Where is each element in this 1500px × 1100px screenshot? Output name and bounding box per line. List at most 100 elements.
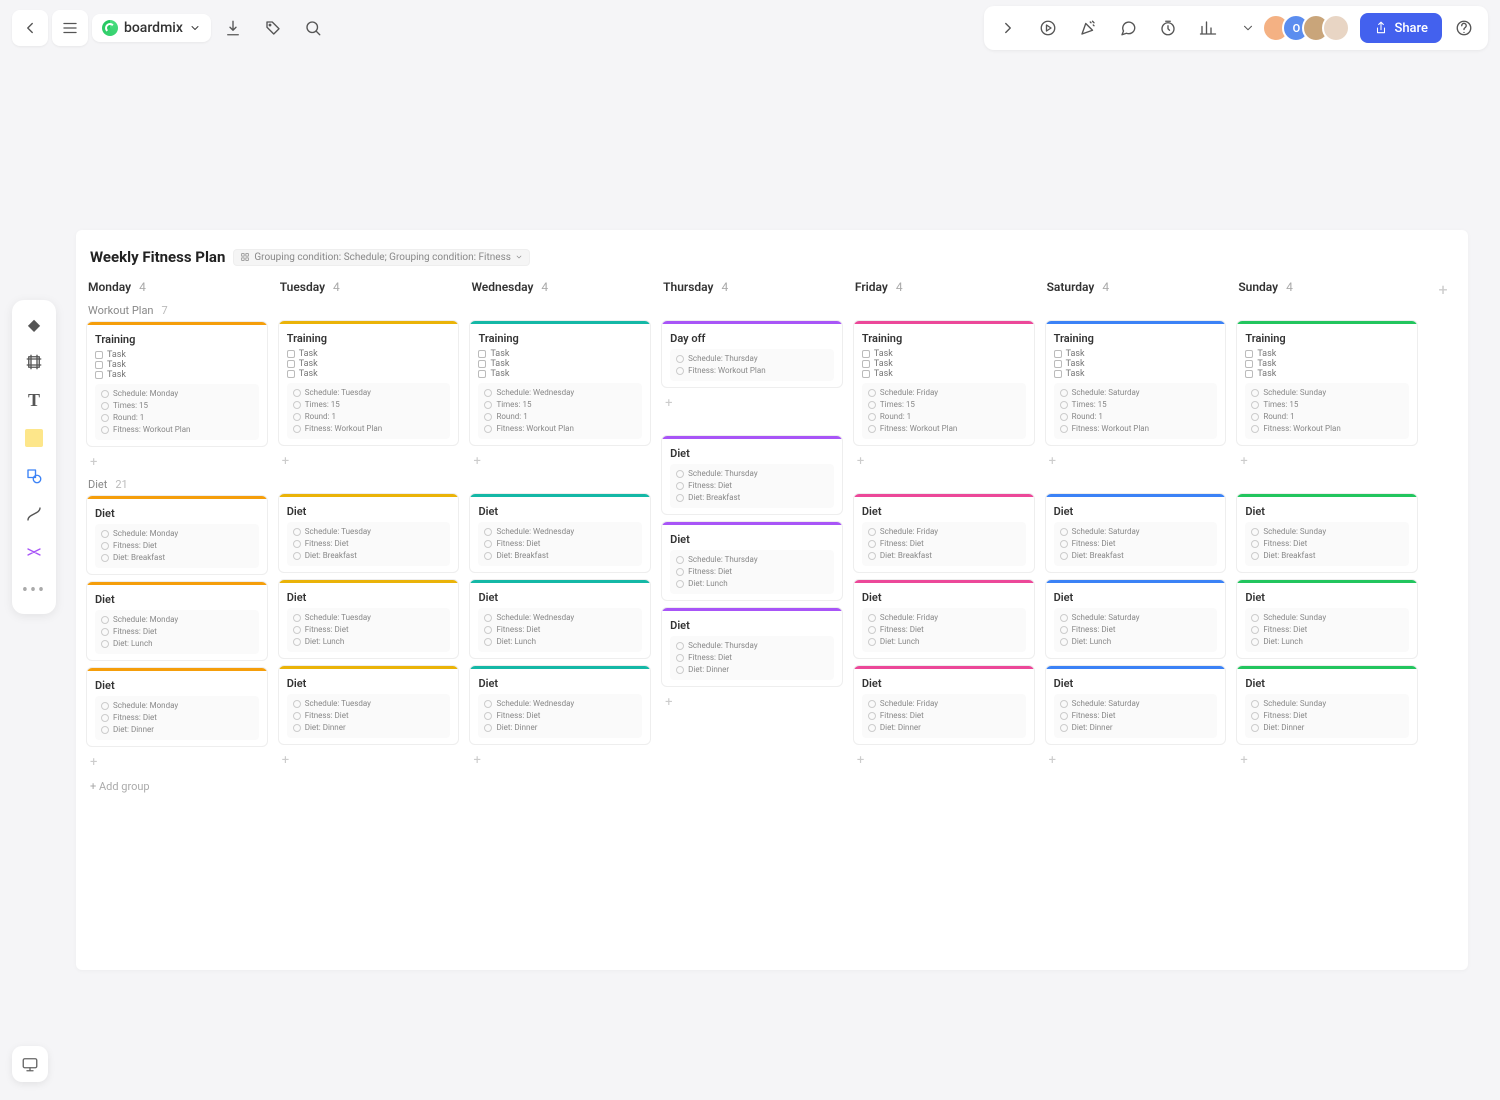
collaborator-avatars[interactable]: O [1270, 14, 1350, 42]
card-meta: Schedule: Thursday [676, 640, 828, 652]
brand-dropdown[interactable]: boardmix [92, 14, 211, 42]
timer-button[interactable] [1150, 10, 1186, 46]
diet-card[interactable]: Diet Schedule: Friday Fitness: Diet Diet… [853, 579, 1035, 659]
text-tool[interactable]: T [18, 384, 50, 416]
search-button[interactable] [295, 10, 331, 46]
card-meta: Diet: Dinner [676, 664, 828, 676]
sticky-tool[interactable] [18, 422, 50, 454]
diet-card[interactable]: Diet Schedule: Monday Fitness: Diet Diet… [86, 495, 268, 575]
add-card[interactable]: + [86, 753, 268, 772]
column-header[interactable]: Wednesday 4 [469, 276, 651, 298]
back-button[interactable] [12, 10, 48, 46]
add-card[interactable]: + [86, 453, 268, 472]
training-card[interactable]: Training TaskTaskTask Schedule: Sunday T… [1236, 320, 1418, 446]
column-header[interactable]: Thursday 4 [661, 276, 843, 298]
expand-button[interactable] [990, 10, 1026, 46]
add-group[interactable]: + Add group [86, 772, 268, 801]
column-header[interactable]: Friday 4 [853, 276, 1035, 298]
diet-card[interactable]: Diet Schedule: Tuesday Fitness: Diet Die… [278, 665, 460, 745]
diet-card[interactable]: Diet Schedule: Wednesday Fitness: Diet D… [469, 579, 651, 659]
card-title: Training [862, 332, 1026, 345]
presentation-widget[interactable] [12, 1046, 48, 1082]
add-card[interactable]: + [1045, 452, 1227, 471]
diet-card[interactable]: Diet Schedule: Saturday Fitness: Diet Di… [1045, 493, 1227, 573]
diet-card[interactable]: Diet Schedule: Wednesday Fitness: Diet D… [469, 493, 651, 573]
diet-card[interactable]: Diet Schedule: Sunday Fitness: Diet Diet… [1236, 579, 1418, 659]
add-card[interactable]: + [1236, 452, 1418, 471]
grouping-condition[interactable]: Grouping condition: Schedule; Grouping c… [233, 249, 530, 266]
celebrate-button[interactable] [1070, 10, 1106, 46]
diet-card[interactable]: Diet Schedule: Monday Fitness: Diet Diet… [86, 667, 268, 747]
diet-card[interactable]: Diet Schedule: Monday Fitness: Diet Diet… [86, 581, 268, 661]
add-card[interactable]: + [853, 751, 1035, 770]
diet-card[interactable]: Diet Schedule: Sunday Fitness: Diet Diet… [1236, 493, 1418, 573]
diet-card[interactable]: Diet Schedule: Wednesday Fitness: Diet D… [469, 665, 651, 745]
help-button[interactable] [1446, 10, 1482, 46]
card-meta: Fitness: Diet [293, 538, 445, 550]
more-tools[interactable]: ••• [18, 574, 50, 606]
diet-card[interactable]: Diet Schedule: Saturday Fitness: Diet Di… [1045, 579, 1227, 659]
add-card[interactable]: + [661, 693, 843, 712]
add-card[interactable]: + [469, 751, 651, 770]
card-meta: Diet: Lunch [101, 638, 253, 650]
shape-tool[interactable] [18, 460, 50, 492]
share-button[interactable]: Share [1360, 13, 1442, 43]
column-header[interactable]: Tuesday 4 [278, 276, 460, 298]
task-item: Task [287, 359, 451, 369]
card-meta: Diet: Dinner [1060, 722, 1212, 734]
card-meta: Fitness: Diet [484, 538, 636, 550]
diet-card[interactable]: Diet Schedule: Friday Fitness: Diet Diet… [853, 493, 1035, 573]
training-card[interactable]: Training TaskTaskTask Schedule: Saturday… [1045, 320, 1227, 446]
task-item: Task [862, 359, 1026, 369]
add-column[interactable]: + [1428, 276, 1458, 299]
diet-card[interactable]: Diet Schedule: Thursday Fitness: Diet Di… [661, 521, 843, 601]
card-meta: Fitness: Diet [101, 712, 253, 724]
diet-card[interactable]: Diet Schedule: Thursday Fitness: Diet Di… [661, 435, 843, 515]
task-item: Task [1054, 359, 1218, 369]
diet-card[interactable]: Diet Schedule: Saturday Fitness: Diet Di… [1045, 665, 1227, 745]
comment-button[interactable] [1110, 10, 1146, 46]
add-card[interactable]: + [1045, 751, 1227, 770]
tag-button[interactable] [255, 10, 291, 46]
card-title: Day off [670, 332, 834, 345]
play-button[interactable] [1030, 10, 1066, 46]
add-card[interactable]: + [469, 452, 651, 471]
training-card[interactable]: Training TaskTaskTask Schedule: Tuesday … [278, 320, 460, 446]
add-card[interactable]: + [278, 751, 460, 770]
card-title: Diet [287, 591, 451, 604]
chart-button[interactable] [1190, 10, 1226, 46]
diet-card[interactable]: Diet Schedule: Tuesday Fitness: Diet Die… [278, 579, 460, 659]
training-card[interactable]: Training TaskTaskTask Schedule: Wednesda… [469, 320, 651, 446]
training-card[interactable]: Training TaskTaskTask Schedule: Friday T… [853, 320, 1035, 446]
add-card[interactable]: + [853, 452, 1035, 471]
column-header[interactable]: Sunday 4 [1236, 276, 1418, 298]
column-header[interactable]: Saturday 4 [1045, 276, 1227, 298]
day-column: Friday 4 Training TaskTaskTask Schedule:… [853, 276, 1035, 770]
more-dropdown[interactable] [1230, 10, 1266, 46]
card-meta: Schedule: Tuesday [293, 612, 445, 624]
card-meta: Schedule: Wednesday [484, 387, 636, 399]
add-card[interactable]: + [278, 452, 460, 471]
section-label: Workout Plan 7 [86, 298, 268, 321]
card-meta: Times: 15 [293, 399, 445, 411]
diet-card[interactable]: Diet Schedule: Sunday Fitness: Diet Diet… [1236, 665, 1418, 745]
card-meta: Fitness: Workout Plan [1251, 423, 1403, 435]
shapes-tool[interactable]: ◆ [18, 308, 50, 340]
diet-card[interactable]: Diet Schedule: Friday Fitness: Diet Diet… [853, 665, 1035, 745]
add-card[interactable]: + [1236, 751, 1418, 770]
menu-button[interactable] [52, 10, 88, 46]
frame-tool[interactable] [18, 346, 50, 378]
column-header[interactable]: Monday 4 [86, 276, 268, 298]
card-meta: Schedule: Thursday [676, 554, 828, 566]
diet-card[interactable]: Diet Schedule: Tuesday Fitness: Diet Die… [278, 493, 460, 573]
card-meta: Schedule: Tuesday [293, 387, 445, 399]
avatar [1322, 14, 1350, 42]
dayoff-card[interactable]: Day off Schedule: ThursdayFitness: Worko… [661, 320, 843, 388]
add-card[interactable]: + [661, 394, 843, 413]
connector-tool[interactable] [18, 498, 50, 530]
training-card[interactable]: Training TaskTaskTask Schedule: Monday T… [86, 321, 268, 447]
download-button[interactable] [215, 10, 251, 46]
mindmap-tool[interactable] [18, 536, 50, 568]
card-title: Diet [670, 533, 834, 546]
diet-card[interactable]: Diet Schedule: Thursday Fitness: Diet Di… [661, 607, 843, 687]
